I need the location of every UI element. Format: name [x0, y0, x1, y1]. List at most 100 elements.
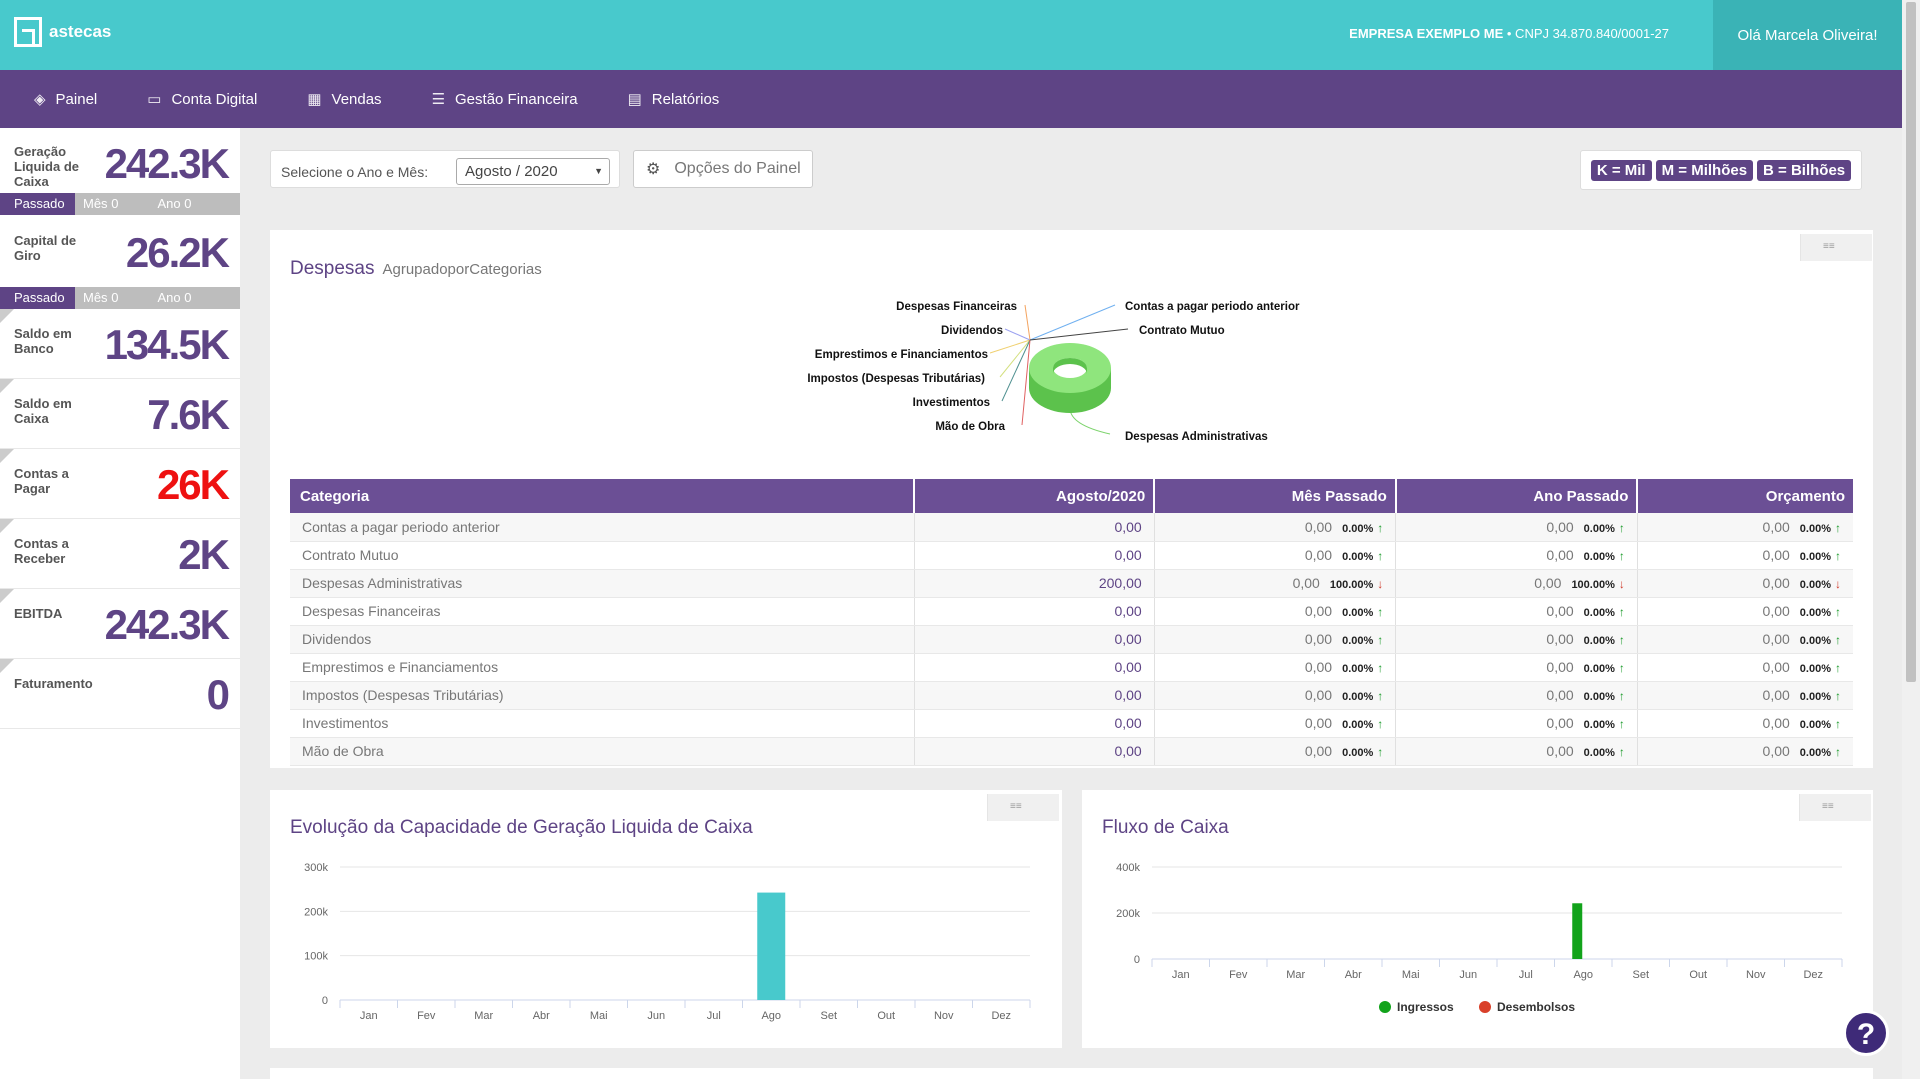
kpi-compare-bar: Passado Mês 0 Ano 0	[0, 287, 240, 309]
col-categoria[interactable]: Categoria	[290, 479, 915, 513]
kpi-sidebar: Geração Liquida de Caixa 242.3K Passado …	[0, 128, 240, 1079]
kpi-contas-receber[interactable]: Contas a Receber 2K	[0, 519, 240, 589]
cell-percent: 0.00%	[1583, 551, 1615, 563]
cell-percent: 0.00%	[1799, 522, 1831, 535]
compare-passado[interactable]: Passado	[0, 287, 75, 309]
arrow-up-icon: ↑	[1618, 745, 1625, 759]
tag-icon	[0, 449, 14, 463]
logo-icon	[14, 17, 42, 47]
app-logo[interactable]: astecas	[14, 17, 111, 47]
kpi-value: 2K	[178, 531, 230, 578]
kpi-faturamento[interactable]: Faturamento 0	[0, 659, 240, 729]
x-tick-label: Set	[1632, 969, 1649, 981]
cell-percent: 0.00%	[1583, 522, 1615, 535]
table-row[interactable]: Emprestimos e Financiamentos 0,00 0,00 0.00…	[290, 653, 1853, 682]
nav-item-painel[interactable]: ◈ Painel	[34, 90, 97, 109]
cell-value: 0,00	[1304, 659, 1333, 675]
cell-atual: 0,00	[913, 597, 1155, 626]
brand-name: astecas	[49, 22, 112, 41]
kpi-label: Contas a Receber	[14, 536, 69, 566]
compare-passado[interactable]: Passado	[0, 193, 75, 215]
bar-ago[interactable]	[1572, 903, 1583, 959]
nav-item-vendas[interactable]: ▦ Vendas	[307, 90, 382, 109]
page-scrollbar[interactable]	[1902, 0, 1920, 1079]
tag-icon	[0, 589, 14, 603]
cell-orcamento: 0,00 0.00% ↑	[1636, 513, 1853, 542]
kpi-value: 0	[206, 671, 230, 718]
cell-mes-passado: 0,00 0.00% ↑	[1153, 597, 1396, 626]
cell-categoria: Contrato Mutuo	[290, 541, 915, 570]
cell-percent: 100.00%	[1571, 579, 1615, 591]
col-orcamento[interactable]: Orçamento	[1636, 479, 1853, 513]
table-row[interactable]: Investimentos 0,00 0,00 0.00% ↑ 0,00 0.00% ↑ 0,0…	[290, 709, 1853, 738]
kpi-label: Saldo em Banco	[14, 326, 72, 356]
cell-ano-passado: 0,00 0.00% ↑	[1395, 681, 1638, 710]
kpi-saldo-banco[interactable]: Saldo em Banco 134.5K	[0, 309, 240, 379]
arrow-up-icon: ↑	[1377, 605, 1384, 619]
cell-percent: 0.00%	[1799, 579, 1831, 591]
cell-percent: 0.00%	[1583, 747, 1615, 759]
cell-orcamento: 0,00 0.00% ↑	[1636, 737, 1853, 766]
panel-options-button[interactable]: ⚙ Opções do Painel	[633, 150, 813, 188]
cell-percent: 0.00%	[1583, 691, 1615, 703]
help-button[interactable]: ?	[1843, 1010, 1889, 1056]
legend-label[interactable]: Desembolsos	[1497, 1000, 1575, 1014]
pie-label: Investimentos	[913, 397, 990, 409]
table-row[interactable]: Impostos (Despesas Tributárias) 0,00 0,00 0…	[290, 681, 1853, 710]
cell-value: 0,00	[1304, 603, 1333, 619]
kpi-capital-giro[interactable]: Capital de Giro 26.2K	[0, 215, 240, 287]
list-icon: ☰	[431, 91, 446, 108]
x-tick-label: Mar	[1286, 969, 1305, 981]
compare-ano-val: 0	[184, 290, 192, 305]
cell-value: 0,00	[1546, 603, 1574, 619]
arrow-up-icon: ↑	[1618, 661, 1625, 675]
table-row[interactable]: Dividendos 0,00 0,00 0.00% ↑ 0,00 0.00% ↑ 0,00 0.…	[290, 625, 1853, 654]
col-ano-passado[interactable]: Ano Passado	[1394, 479, 1638, 513]
x-tick-label: Mai	[590, 1010, 608, 1022]
arrow-up-icon: ↑	[1835, 605, 1841, 619]
bar-ago[interactable]	[757, 892, 786, 1000]
unit-badge-bilhoes: B = Bilhões	[1757, 159, 1852, 181]
user-greeting[interactable]: Olá Marcela Oliveira!	[1713, 0, 1902, 70]
nav-item-conta-digital[interactable]: ▭ Conta Digital	[147, 90, 257, 109]
cell-percent: 0.00%	[1342, 691, 1374, 703]
kpi-saldo-caixa[interactable]: Saldo em Caixa 7.6K	[0, 379, 240, 449]
table-row[interactable]: Contas a pagar periodo anterior 0,00 0,00 0…	[290, 513, 1853, 542]
cell-value: 0,00	[1534, 575, 1562, 591]
kpi-geracao-liquida[interactable]: Geração Liquida de Caixa 242.3K	[0, 128, 240, 193]
next-card	[270, 1068, 1873, 1079]
kpi-value: 242.3K	[104, 601, 230, 648]
x-tick-label: Jan	[360, 1010, 378, 1022]
period-select[interactable]: Agosto / 2020 ▼	[456, 158, 610, 185]
col-mes-passado[interactable]: Mês Passado	[1153, 479, 1396, 513]
arrow-up-icon: ↑	[1835, 745, 1841, 759]
cell-value: 0,00	[1762, 687, 1790, 703]
legend-label[interactable]: Ingressos	[1397, 1000, 1454, 1014]
compare-ano: Ano	[157, 196, 181, 211]
cell-value: 0,00	[1762, 547, 1790, 563]
kpi-ebitda[interactable]: EBITDA 242.3K	[0, 589, 240, 659]
x-tick-label: Set	[820, 1010, 837, 1022]
kpi-value: 26.2K	[125, 229, 230, 276]
x-tick-label: Jul	[1519, 969, 1533, 981]
company-info: EMPRESA EXEMPLO ME • CNPJ 34.870.840/000…	[1349, 26, 1669, 41]
nav-label: Vendas	[331, 90, 382, 108]
table-row[interactable]: Despesas Administrativas 200,00 0,00 100.00…	[290, 569, 1853, 598]
table-row[interactable]: Contrato Mutuo 0,00 0,00 0.00% ↑ 0,00 0.00% ↑ 0,…	[290, 541, 1853, 570]
table-row[interactable]: Despesas Financeiras 0,00 0,00 0.00% ↑ 0,00 0.…	[290, 597, 1853, 626]
pie-label: Impostos (Despesas Tributárias)	[807, 373, 985, 385]
cell-percent: 0.00%	[1799, 719, 1831, 731]
nav-item-relatorios[interactable]: ▤ Relatórios	[628, 90, 720, 109]
nav-item-gestao-financeira[interactable]: ☰ Gestão Financeira	[431, 90, 578, 109]
col-atual[interactable]: Agosto/2020	[913, 479, 1155, 513]
x-tick-label: Nov	[934, 1010, 954, 1022]
scrollbar-thumb[interactable]	[1906, 2, 1916, 682]
credit-card-icon: ▭	[147, 91, 162, 108]
kpi-contas-pagar[interactable]: Contas a Pagar 26K	[0, 449, 240, 519]
despesas-pie-chart: Despesas Financeiras Dividendos Empresti…	[807, 301, 1300, 443]
cell-percent: 0.00%	[1342, 635, 1374, 647]
cell-mes-passado: 0,00 0.00% ↑	[1153, 709, 1396, 738]
tag-icon	[0, 309, 14, 323]
cell-percent: 0.00%	[1342, 747, 1374, 759]
table-row[interactable]: Mão de Obra 0,00 0,00 0.00% ↑ 0,00 0.00% ↑ 0,00 0…	[290, 737, 1853, 766]
